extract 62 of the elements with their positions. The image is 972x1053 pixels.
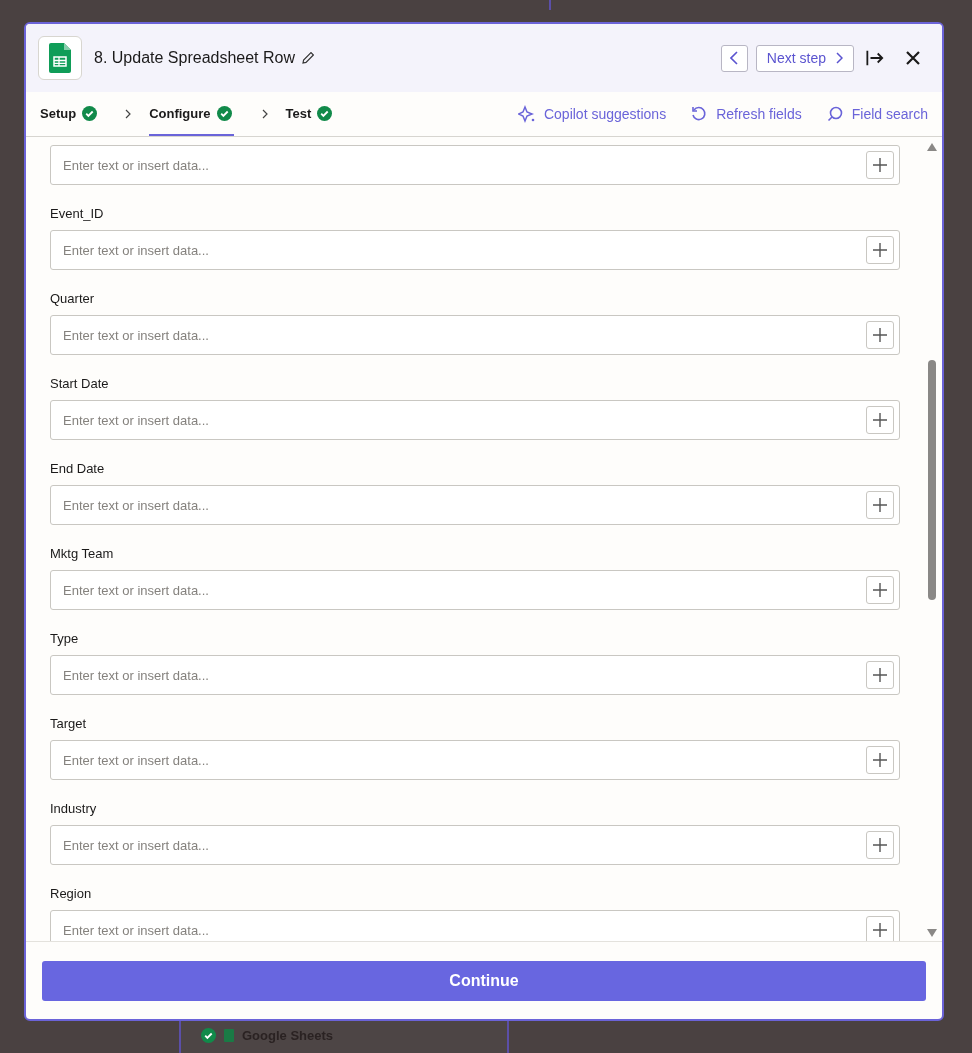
insert-data-button[interactable] [866,491,894,519]
plus-icon [873,413,887,427]
insert-data-button[interactable] [866,746,894,774]
insert-data-button[interactable] [866,406,894,434]
input-field[interactable]: Enter text or insert data... [50,230,900,270]
plus-icon [873,328,887,342]
step-title: 8. Update Spreadsheet Row [94,49,295,67]
app-logo [38,36,82,80]
scroll-up-icon[interactable] [927,143,937,151]
plus-icon [873,243,887,257]
input-field[interactable]: Enter text or insert data... [50,485,900,525]
plus-icon [873,923,887,937]
scrollbar-thumb[interactable] [928,360,936,600]
input-field[interactable]: Enter text or insert data... [50,655,900,695]
field-label: Type [50,631,80,647]
step-tab[interactable]: Test [285,92,333,136]
search-link[interactable]: Field search [825,92,928,136]
chevron-left-icon [730,51,739,65]
step-tab[interactable]: Setup [40,92,98,136]
input-field[interactable]: Enter text or insert data... [50,315,900,355]
insert-data-button[interactable] [866,151,894,179]
insert-data-button[interactable] [866,916,894,941]
continue-button[interactable]: Continue [42,960,926,1001]
collapse-icon[interactable] [866,49,884,67]
field-label: End Date [50,461,106,477]
field-label: Region [50,886,93,902]
plus-icon [873,753,887,767]
insert-data-button[interactable] [866,661,894,689]
refresh-link[interactable]: Refresh fields [690,92,802,136]
input-field[interactable]: Enter text or insert data... [50,910,900,941]
plus-icon [873,158,887,172]
search-icon [825,105,844,123]
step-tab[interactable]: Configure [149,92,234,136]
plus-icon [873,583,887,597]
next-step-button[interactable]: Next step [755,44,854,72]
copilot-link[interactable]: Copilot suggestions [517,92,667,136]
close-icon[interactable] [904,49,922,67]
scroll-down-icon[interactable] [927,929,937,937]
input-field[interactable]: Enter text or insert data... [50,570,900,610]
input-field[interactable]: Enter text or insert data... [50,145,900,185]
pencil-icon[interactable] [301,51,315,65]
plus-icon [873,498,887,512]
input-field[interactable]: Enter text or insert data... [50,825,900,865]
sheet-icon [224,1028,234,1042]
chevron-right-icon [836,52,843,64]
insert-data-button[interactable] [866,321,894,349]
field-label: Target [50,716,88,732]
field-label: Industry [50,801,98,817]
plus-icon [873,668,887,682]
field-label: Start Date [50,376,110,392]
insert-data-button[interactable] [866,576,894,604]
plus-icon [873,838,887,852]
check-circle-icon [201,1027,216,1043]
field-label: Event_ID [50,206,105,222]
field-label: Mktg Team [50,546,115,562]
field-label: Quarter [50,291,96,307]
previous-button[interactable] [720,44,748,72]
insert-data-button[interactable] [866,831,894,859]
insert-data-button[interactable] [866,236,894,264]
input-field[interactable]: Enter text or insert data... [50,740,900,780]
sparkle-icon [517,105,536,123]
input-field[interactable]: Enter text or insert data... [50,400,900,440]
